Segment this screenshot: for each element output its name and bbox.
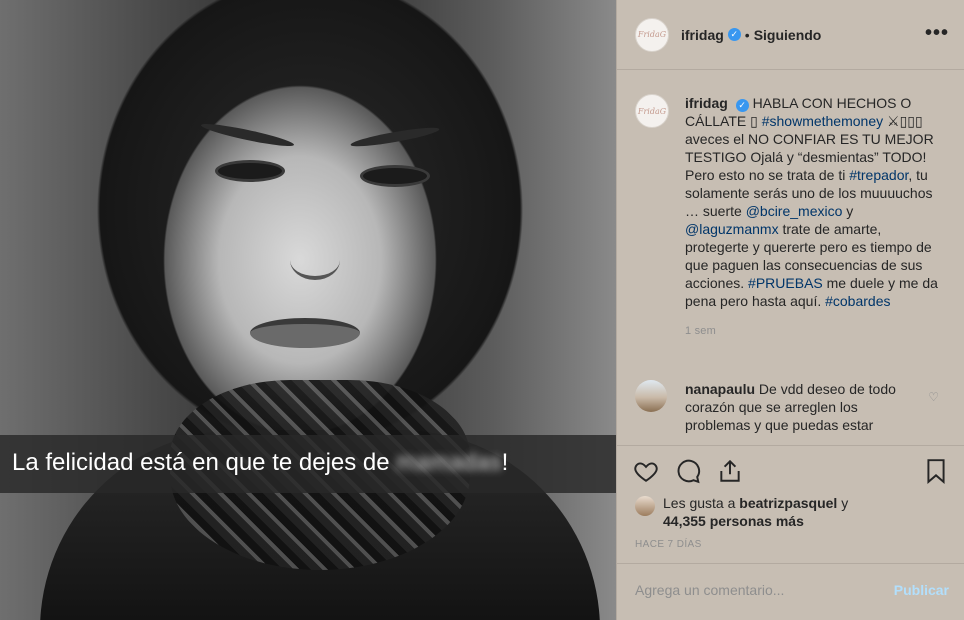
caption-author-avatar[interactable]: FridaG [635,94,669,128]
ellipsis-icon[interactable]: ••• [925,22,949,45]
post-caption: FridaG ifridag ✓ HABLA CON HECHOS O CÁLL… [635,94,955,340]
post-timestamp[interactable]: HACE 7 DÍAS [635,539,702,550]
author-avatar[interactable]: FridaG [635,17,669,52]
like-heart-icon[interactable] [633,458,659,484]
instagram-post-view: La felicidad está en que te dejes de mam… [0,0,964,620]
commenter-username[interactable]: nanapaulu [685,381,755,397]
verified-badge-icon: ✓ [727,28,741,41]
caption-verified-icon: ✓ [735,99,749,112]
action-icons-row [633,458,743,484]
comment-like-heart-icon[interactable]: ♡ [928,390,939,404]
emoji-placeholder-icon: ▯ [750,113,758,129]
emoji-swords-icon: ⚔▯▯▯ [883,113,923,129]
photo-left-eye [215,160,285,182]
hashtag-showmethemoney[interactable]: #showmethemoney [762,113,883,129]
comments-list[interactable]: FridaG ifridag ✓ HABLA CON HECHOS O CÁLL… [617,70,964,445]
hashtag-trepador[interactable]: #trepador [849,167,908,183]
likes-prefix: Les gusta a [663,495,736,511]
post-header: FridaG ifridag ✓ • Siguiendo ••• [617,0,964,70]
comment-bubble-icon[interactable] [675,458,701,484]
likes-count[interactable]: 44,355 personas más [663,513,804,529]
comment-text-block: nanapaulu De vdd deseo de todo corazón q… [685,380,925,434]
commenter-avatar[interactable] [635,380,667,412]
post-photo[interactable]: La felicidad está en que te dejes de mam… [0,0,616,620]
hashtag-cobardes[interactable]: #cobardes [825,293,890,309]
header-separator: • [744,26,750,43]
photo-right-eye [360,165,430,187]
caption-part-4: y [842,203,854,219]
comment-input[interactable] [635,582,865,598]
avatar-logo-text: FridaG [637,30,667,39]
hashtag-pruebas[interactable]: #PRUEBAS [748,275,823,291]
photo-caption-text: La felicidad está en que te dejes de mam… [12,449,509,476]
mention-laguzmanmx[interactable]: @laguzmanmx [685,221,779,237]
comment-item: nanapaulu De vdd deseo de todo corazón q… [635,380,955,434]
photo-caption-blurred: mamadas [396,449,502,476]
liker-avatar[interactable] [635,496,655,516]
likes-text: Les gusta a beatrizpasquel y 44,355 pers… [663,494,848,530]
author-username[interactable]: ifridag [681,27,724,43]
bookmark-icon[interactable] [923,458,949,484]
photo-lips [250,318,360,348]
likes-and: y [841,495,849,511]
caption-avatar-logo-text: FridaG [637,106,667,116]
publish-button[interactable]: Publicar [894,582,949,598]
likes-summary: Les gusta a beatrizpasquel y 44,355 pers… [635,494,848,530]
caption-username[interactable]: ifridag [685,95,728,111]
post-sidebar: FridaG ifridag ✓ • Siguiendo ••• FridaG … [616,0,964,620]
share-upload-icon[interactable] [717,458,743,484]
photo-nose [290,240,340,280]
post-actions: Les gusta a beatrizpasquel y 44,355 pers… [617,445,964,550]
caption-timestamp[interactable]: 1 sem [685,322,943,340]
following-button[interactable]: Siguiendo [754,27,822,43]
caption-text-block: ifridag ✓ HABLA CON HECHOS O CÁLLATE ▯ #… [685,94,943,340]
liker-username[interactable]: beatrizpasquel [739,495,837,511]
mention-bcire-mexico[interactable]: @bcire_mexico [746,203,843,219]
add-comment-bar: Publicar [617,563,964,620]
